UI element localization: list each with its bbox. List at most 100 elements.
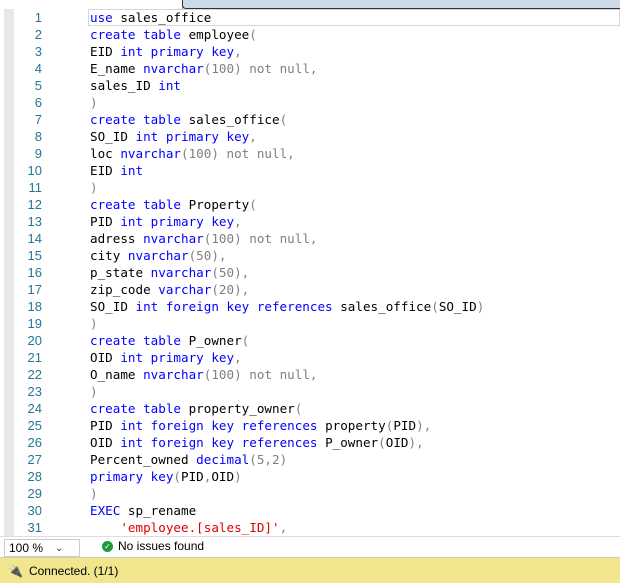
code-token: ( [249, 197, 257, 212]
code-line[interactable]: 27 Percent_owned decimal(5,2) [0, 451, 620, 468]
code-token: (100) not null, [181, 146, 295, 161]
code-line[interactable]: 7 create table sales_office( [0, 111, 620, 128]
code-line[interactable]: 21 OID int primary key, [0, 349, 620, 366]
code-token: (5,2) [249, 452, 288, 467]
code-line[interactable]: 28 primary key(PID,OID) [0, 468, 620, 485]
line-number: 30 [27, 503, 42, 518]
code-token: adress [90, 231, 144, 246]
code-token: loc [90, 146, 121, 161]
code-token: ) [90, 316, 98, 331]
zoom-dropdown[interactable]: 100 % ⌄ [4, 539, 80, 557]
code-text: adress nvarchar(100) not null, [90, 230, 317, 247]
code-token: nvarchar [150, 265, 212, 280]
code-token: varchar [158, 282, 212, 297]
code-line[interactable]: 5 sales_ID int [0, 77, 620, 94]
code-line[interactable]: 1 use sales_office [0, 9, 620, 26]
code-line[interactable]: 11) [0, 179, 620, 196]
code-token: use [90, 10, 121, 25]
code-token: (20), [211, 282, 250, 297]
code-line[interactable]: 14 adress nvarchar(100) not null, [0, 230, 620, 247]
code-token: decimal [196, 452, 250, 467]
code-text: OID int primary key, [90, 349, 242, 366]
code-token: employee [188, 27, 250, 42]
code-line[interactable]: 26 OID int foreign key references P_owner… [0, 434, 620, 451]
code-token: OID [385, 435, 409, 450]
code-line[interactable]: 10 EID int [0, 162, 620, 179]
code-token: EXEC [90, 503, 128, 518]
code-token: SO_ID [90, 299, 136, 314]
code-line[interactable]: 18 SO_ID int foreign key references sales… [0, 298, 620, 315]
code-line[interactable]: 2 create table employee( [0, 26, 620, 43]
code-line[interactable]: 15 city nvarchar(50), [0, 247, 620, 264]
code-line[interactable]: 23) [0, 383, 620, 400]
code-token: ) [234, 469, 242, 484]
query-tab[interactable] [0, 0, 183, 9]
code-line[interactable]: 13 PID int primary key, [0, 213, 620, 230]
code-token: , [279, 520, 288, 535]
code-text: create table sales_office( [90, 111, 287, 128]
code-token: ) [90, 95, 98, 110]
connection-status-bar: 🔌 Connected. (1/1) [0, 557, 620, 583]
issues-indicator[interactable]: ✓ No issues found [102, 539, 204, 553]
code-token: sales_office [340, 299, 432, 314]
line-number: 16 [27, 265, 42, 280]
code-text: O_name nvarchar(100) not null, [90, 366, 317, 383]
code-token: ( [241, 333, 250, 348]
code-token: int [120, 163, 144, 178]
code-token: P_owner [325, 435, 379, 450]
line-number: 2 [34, 27, 42, 42]
code-text: E_name nvarchar(100) not null, [90, 60, 317, 77]
code-token: create table [90, 27, 189, 42]
line-number: 11 [28, 180, 43, 195]
line-number: 1 [34, 10, 42, 25]
code-token: (100) not null, [203, 367, 318, 382]
code-line[interactable]: 31 'employee.[sales_ID]', [0, 519, 620, 536]
code-line[interactable]: 9 loc nvarchar(100) not null, [0, 145, 620, 162]
code-line[interactable]: 25 PID int foreign key references propert… [0, 417, 620, 434]
code-token: int [158, 78, 181, 93]
code-line[interactable]: 4 E_name nvarchar(100) not null, [0, 60, 620, 77]
code-token: PID [90, 214, 121, 229]
line-number: 6 [34, 95, 42, 110]
code-line[interactable]: 17 zip_code varchar(20), [0, 281, 620, 298]
line-number: 19 [27, 316, 42, 331]
code-token: create table [90, 333, 189, 348]
code-text: PID int primary key, [90, 213, 242, 230]
code-line[interactable]: 8 SO_ID int primary key, [0, 128, 620, 145]
code-token: primary key [90, 469, 174, 484]
code-line[interactable]: 16 p_state nvarchar(50), [0, 264, 620, 281]
line-number: 14 [27, 231, 42, 246]
code-token: zip_code [90, 282, 159, 297]
code-line[interactable]: 22 O_name nvarchar(100) not null, [0, 366, 620, 383]
line-number: 29 [27, 486, 42, 501]
check-circle-icon: ✓ [102, 540, 113, 552]
code-line[interactable]: 24 create table property_owner( [0, 400, 620, 417]
code-token: sales_office [120, 10, 212, 25]
line-number: 17 [27, 282, 42, 297]
code-token: ), [408, 435, 424, 450]
code-editor[interactable]: 1 use sales_office 2 create table employee (… [0, 9, 620, 536]
line-number: 20 [27, 333, 42, 348]
code-token: EID [90, 44, 121, 59]
code-text: p_state nvarchar(50), [90, 264, 249, 281]
line-number: 28 [27, 469, 42, 484]
code-text: create table P_owner( [90, 332, 249, 349]
chevron-down-icon[interactable]: ⌄ [55, 543, 63, 554]
code-token: ) [90, 486, 98, 501]
code-line[interactable]: 12 create table Property( [0, 196, 620, 213]
code-token: int foreign key references [120, 418, 326, 433]
code-line[interactable]: 20 create table P_owner( [0, 332, 620, 349]
code-token: nvarchar [143, 367, 204, 382]
code-line[interactable]: 30 EXEC sp_rename [0, 502, 620, 519]
code-line[interactable]: 3 EID int primary key, [0, 43, 620, 60]
code-line[interactable]: 6) [0, 94, 620, 111]
code-token: PID [181, 469, 204, 484]
code-line[interactable]: 19) [0, 315, 620, 332]
line-number: 31 [27, 520, 42, 535]
code-line[interactable]: 29) [0, 485, 620, 502]
code-token: ( [378, 435, 386, 450]
line-number: 21 [27, 350, 42, 365]
code-text: SO_ID int primary key, [90, 128, 257, 145]
code-token: sp_rename [127, 503, 197, 518]
